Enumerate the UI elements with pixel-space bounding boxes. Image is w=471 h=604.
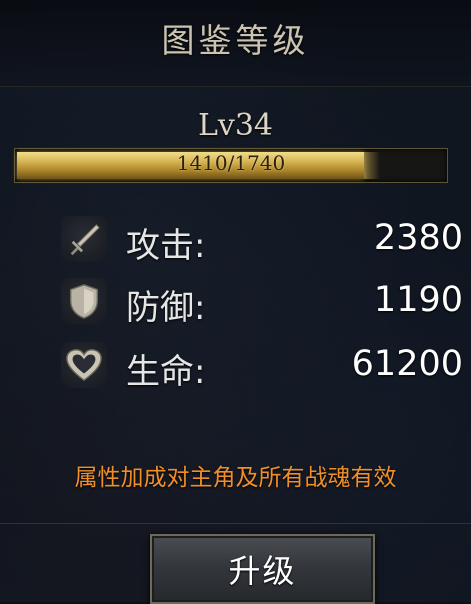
divider [0, 523, 471, 524]
sword-icon [61, 216, 107, 262]
stat-label: 生命: [126, 352, 206, 392]
level-label: Lv34 [197, 108, 274, 143]
title-bar: 图鉴等级 [0, 0, 471, 87]
stat-value: 2380 [373, 218, 463, 258]
stat-label: 攻击: [126, 226, 206, 266]
experience-bar: 1410/1740 [14, 148, 448, 183]
stat-row-attack: 攻击: 2380 [0, 216, 471, 266]
shield-icon [61, 278, 107, 324]
stat-value: 1190 [373, 280, 463, 320]
stat-row-defense: 防御: 1190 [0, 278, 471, 328]
stat-value: 61200 [351, 344, 463, 384]
bonus-note: 属性加成对主角及所有战魂有效 [74, 465, 397, 491]
experience-progress-text: 1410/1740 [176, 151, 286, 175]
codex-level-panel: 图鉴等级 Lv34 1410/1740 攻击: 2380 防御: 1190 生命… [0, 0, 471, 604]
stat-label: 防御: [126, 288, 206, 328]
upgrade-button[interactable]: 升级 [150, 534, 375, 604]
panel-title: 图鉴等级 [161, 21, 310, 60]
heart-icon [61, 342, 107, 388]
stat-row-health: 生命: 61200 [0, 342, 471, 392]
